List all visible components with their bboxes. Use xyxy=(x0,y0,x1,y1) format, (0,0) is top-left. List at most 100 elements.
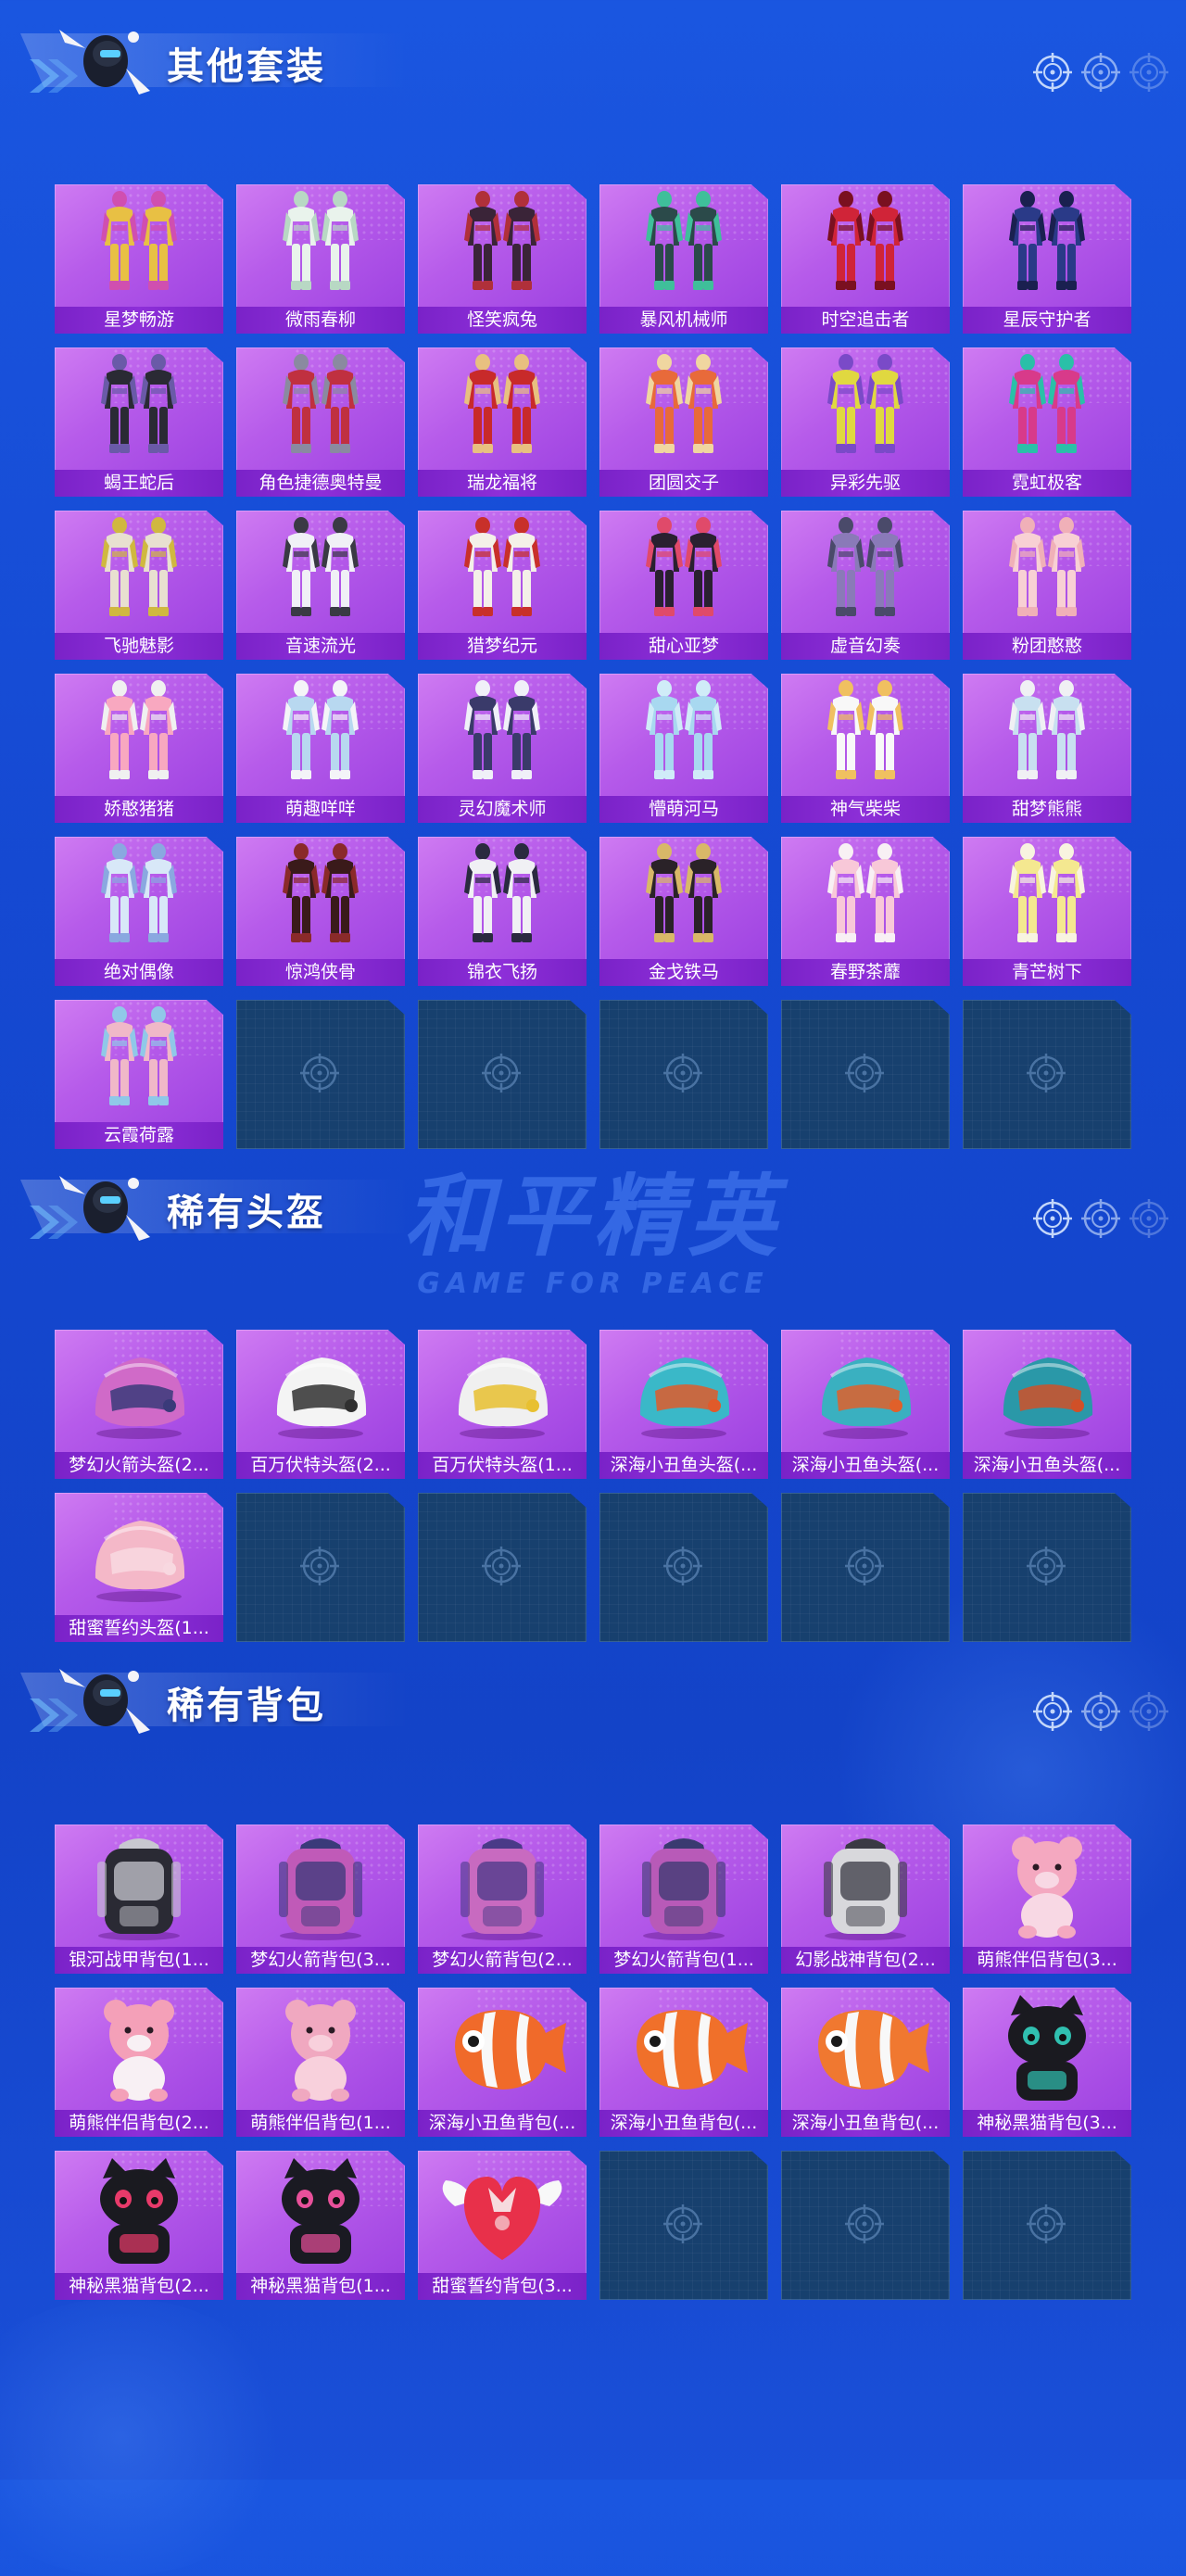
crosshair-icon xyxy=(845,1054,884,1092)
suit-icon xyxy=(101,517,177,616)
item-card[interactable]: 春野茶蘼 xyxy=(781,837,950,986)
item-card[interactable]: 甜梦熊熊 xyxy=(963,674,1131,823)
backpack-icon xyxy=(461,1838,544,1940)
crosshair-icon xyxy=(663,1547,702,1585)
crosshair-icon xyxy=(1129,1692,1168,1731)
item-card[interactable]: 萌熊伴侣背包(3... xyxy=(963,1825,1131,1974)
item-card[interactable]: 深海小丑鱼背包(... xyxy=(418,1988,587,2137)
item-card[interactable]: 灵幻魔术师 xyxy=(418,674,587,823)
item-card[interactable]: 幻影战神背包(2... xyxy=(781,1825,950,1974)
item-card[interactable]: 甜心亚梦 xyxy=(599,511,768,660)
item-card[interactable]: 惊鸿侠骨 xyxy=(236,837,405,986)
item-label: 深海小丑鱼背包(... xyxy=(418,2110,587,2137)
item-card[interactable]: 深海小丑鱼头盔(... xyxy=(599,1330,768,1479)
crosshair-icon xyxy=(1026,2203,1068,2246)
item-card[interactable]: 霓虹极客 xyxy=(963,347,1131,497)
item-label: 虚音幻奏 xyxy=(781,633,950,660)
crosshair-icon xyxy=(663,1054,702,1092)
item-label: 神秘黑猫背包(1... xyxy=(236,2273,405,2300)
item-card[interactable]: 萌趣咩咩 xyxy=(236,674,405,823)
item-card[interactable]: 云霞荷露 xyxy=(55,1000,223,1149)
item-card[interactable]: 蝎王蛇后 xyxy=(55,347,223,497)
item-card[interactable]: 金戈铁马 xyxy=(599,837,768,986)
item-card[interactable]: 时空追击者 xyxy=(781,184,950,334)
item-card[interactable]: 银河战甲背包(1... xyxy=(55,1825,223,1974)
helmet-icon xyxy=(95,1521,185,1602)
suit-icon xyxy=(283,680,359,779)
item-label: 星辰守护者 xyxy=(963,307,1131,334)
item-card[interactable]: 猎梦纪元 xyxy=(418,511,587,660)
crosshair-icon xyxy=(299,1053,342,1095)
item-card[interactable]: 深海小丑鱼背包(... xyxy=(599,1988,768,2137)
empty-slot xyxy=(236,1493,405,1642)
helmet-icon xyxy=(1003,1357,1093,1439)
item-card[interactable]: 微雨春柳 xyxy=(236,184,405,334)
item-card[interactable]: 星辰守护者 xyxy=(963,184,1131,334)
item-card[interactable]: 神气柴柴 xyxy=(781,674,950,823)
item-card[interactable]: 深海小丑鱼头盔(... xyxy=(781,1330,950,1479)
backpack-icon xyxy=(97,1838,181,1940)
item-label: 春野茶蘼 xyxy=(781,959,950,986)
item-card[interactable]: 梦幻火箭头盔(2... xyxy=(55,1330,223,1479)
item-card[interactable]: 梦幻火箭背包(1... xyxy=(599,1825,768,1974)
item-card[interactable]: 神秘黑猫背包(1... xyxy=(236,2151,405,2300)
item-card[interactable]: 星梦畅游 xyxy=(55,184,223,334)
item-card[interactable]: 甜蜜誓约头盔(1... xyxy=(55,1493,223,1642)
item-card[interactable]: 怪笑疯兔 xyxy=(418,184,587,334)
item-card[interactable]: 深海小丑鱼背包(... xyxy=(781,1988,950,2137)
item-card[interactable]: 暴风机械师 xyxy=(599,184,768,334)
item-label: 萌趣咩咩 xyxy=(236,796,405,823)
crosshair-icon xyxy=(844,1053,887,1095)
item-card[interactable]: 百万伏特头盔(2... xyxy=(236,1330,405,1479)
item-label: 梦幻火箭背包(3... xyxy=(236,1947,405,1974)
suit-icon xyxy=(646,843,722,942)
item-card[interactable]: 娇憨猪猪 xyxy=(55,674,223,823)
item-card[interactable]: 深海小丑鱼头盔(... xyxy=(963,1330,1131,1479)
crosshair-icon xyxy=(481,1053,524,1095)
suit-icon xyxy=(464,354,540,453)
item-card[interactable]: 萌熊伴侣背包(1... xyxy=(236,1988,405,2137)
item-card[interactable]: 锦衣飞扬 xyxy=(418,837,587,986)
item-card[interactable]: 百万伏特头盔(1... xyxy=(418,1330,587,1479)
item-card[interactable]: 粉团憨憨 xyxy=(963,511,1131,660)
crosshair-icon xyxy=(1129,1199,1168,1238)
empty-slot xyxy=(599,1000,768,1149)
item-card[interactable]: 绝对偶像 xyxy=(55,837,223,986)
backpack-icon xyxy=(642,1838,725,1940)
section-title: 稀有头盔 xyxy=(167,1193,326,1233)
crosshair-icon xyxy=(663,2204,702,2243)
item-label: 神秘黑猫背包(2... xyxy=(55,2273,223,2300)
section-header: 稀有头盔 xyxy=(0,1146,1186,1241)
item-label: 甜蜜誓约头盔(1... xyxy=(55,1615,223,1642)
crosshair-icon xyxy=(662,1546,705,1588)
section-title: 稀有背包 xyxy=(167,1686,326,1726)
item-card[interactable]: 青芒树下 xyxy=(963,837,1131,986)
item-card[interactable]: 甜蜜誓约背包(3... xyxy=(418,2151,587,2300)
item-card[interactable]: 神秘黑猫背包(3... xyxy=(963,1988,1131,2137)
helmet-icon xyxy=(639,1357,730,1439)
item-card[interactable]: 音速流光 xyxy=(236,511,405,660)
item-card[interactable]: 神秘黑猫背包(2... xyxy=(55,2151,223,2300)
item-card[interactable]: 虚音幻奏 xyxy=(781,511,950,660)
suit-icon xyxy=(283,517,359,616)
item-card[interactable]: 懵萌河马 xyxy=(599,674,768,823)
helmet-icon xyxy=(458,1357,549,1439)
item-card[interactable]: 萌熊伴侣背包(2... xyxy=(55,1988,223,2137)
item-label: 音速流光 xyxy=(236,633,405,660)
item-label: 深海小丑鱼头盔(... xyxy=(781,1452,950,1479)
item-card[interactable]: 飞驰魅影 xyxy=(55,511,223,660)
item-card[interactable]: 角色捷德奥特曼 xyxy=(236,347,405,497)
suit-icon xyxy=(464,680,540,779)
item-label: 暴风机械师 xyxy=(599,307,768,334)
item-label: 蝎王蛇后 xyxy=(55,470,223,497)
item-card[interactable]: 异彩先驱 xyxy=(781,347,950,497)
item-card[interactable]: 梦幻火箭背包(3... xyxy=(236,1825,405,1974)
item-card[interactable]: 瑞龙福将 xyxy=(418,347,587,497)
suit-icon xyxy=(1009,843,1085,942)
empty-slot xyxy=(781,1000,950,1149)
suit-icon xyxy=(464,517,540,616)
empty-slot xyxy=(599,1493,768,1642)
suit-icon xyxy=(101,1006,177,1105)
item-card[interactable]: 梦幻火箭背包(2... xyxy=(418,1825,587,1974)
item-card[interactable]: 团圆交子 xyxy=(599,347,768,497)
